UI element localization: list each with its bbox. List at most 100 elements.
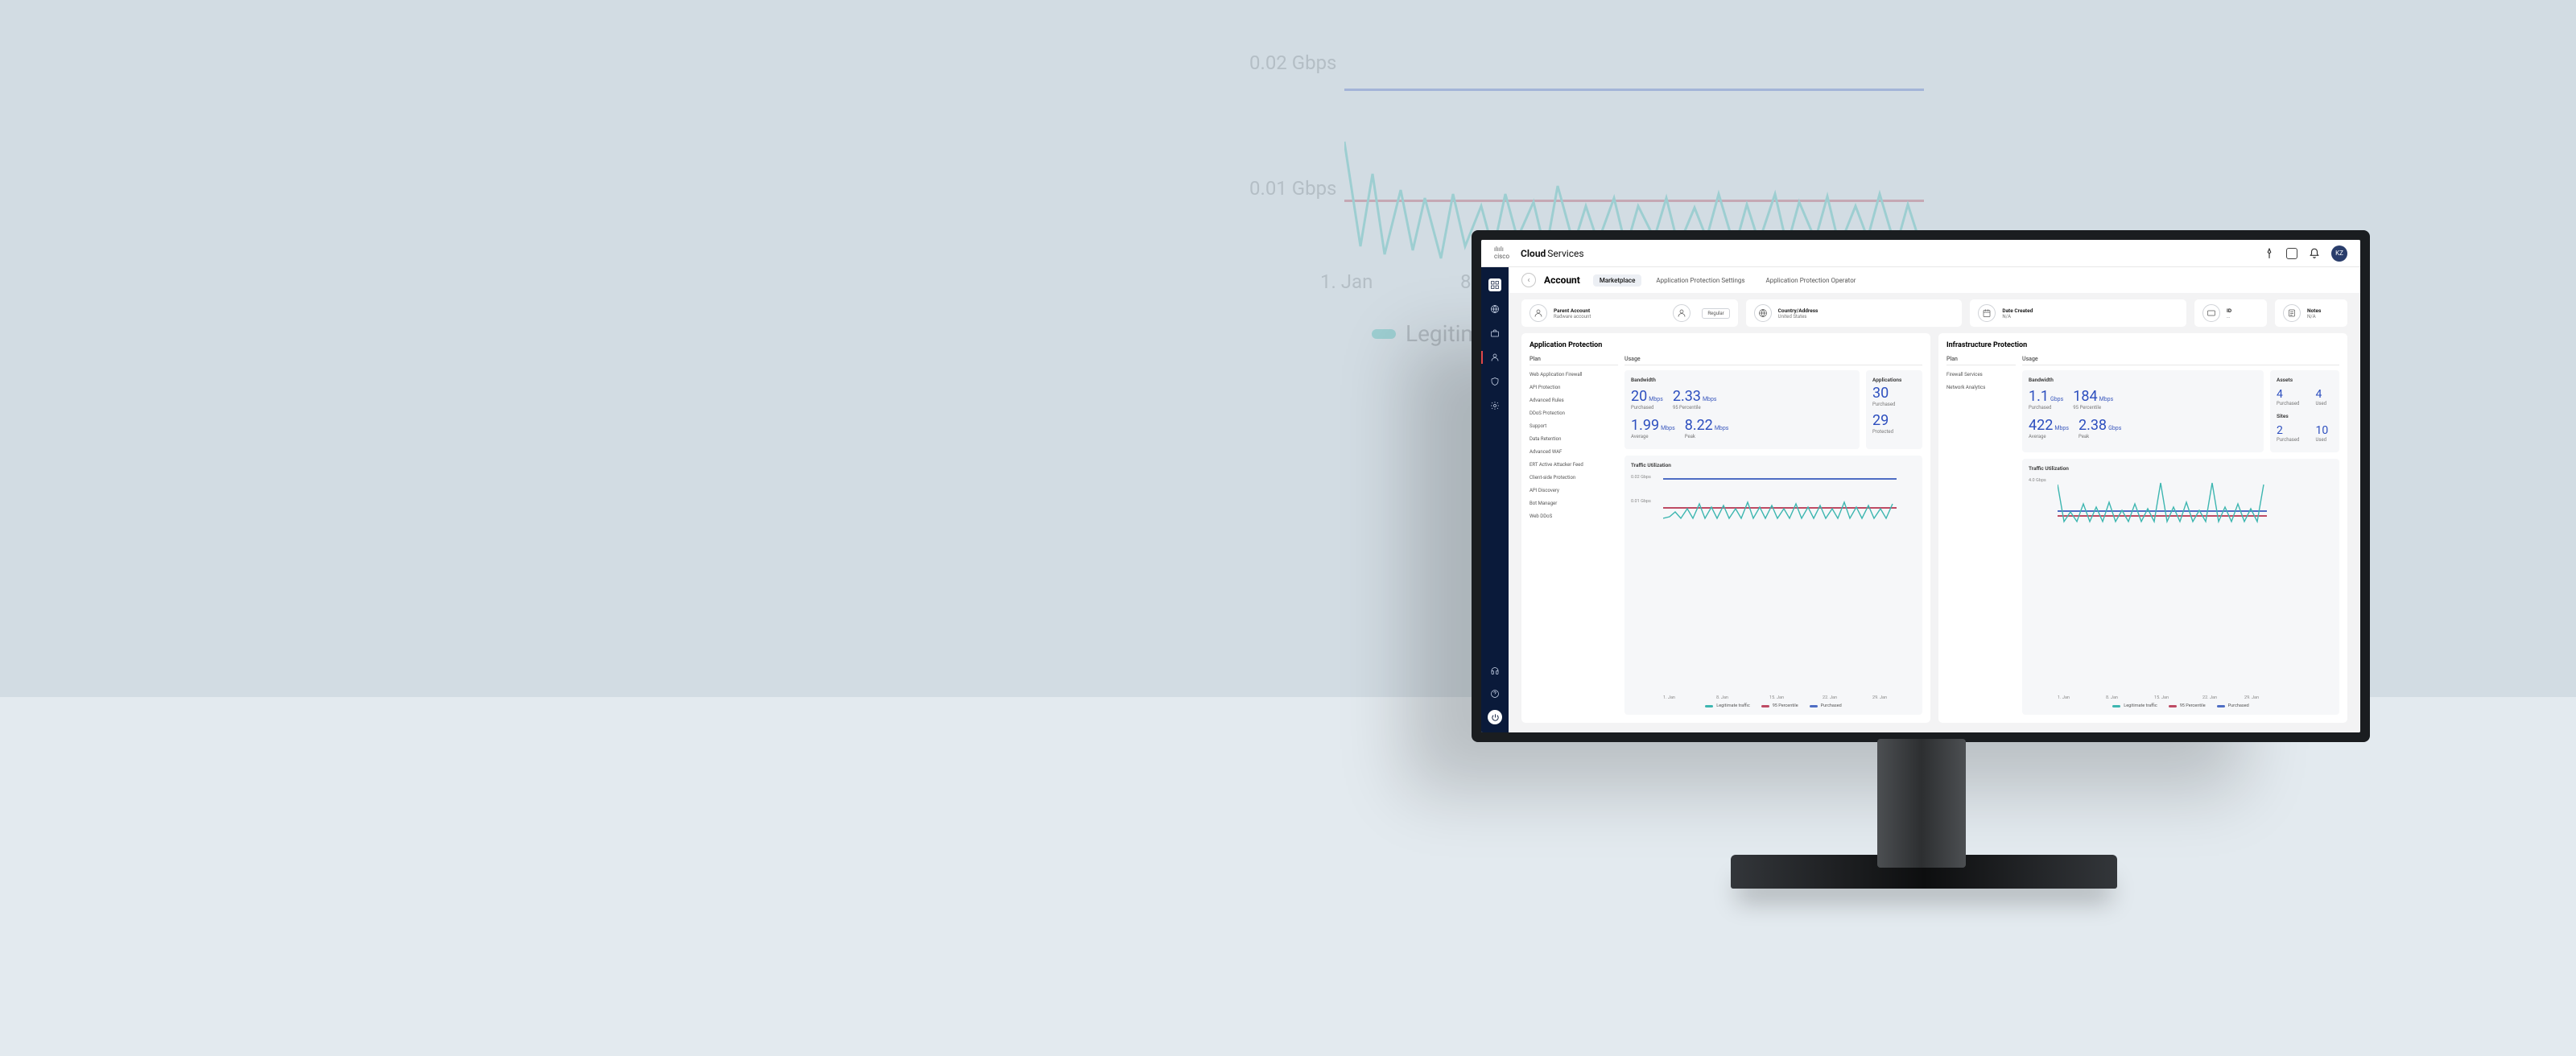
plan-heading: Plan — [1946, 356, 2016, 365]
account-info-strip: Parent Account Radware account Regular C… — [1509, 293, 2360, 333]
info-label: ID — [2227, 307, 2231, 314]
legend-label: Purchased — [2228, 703, 2249, 708]
metric-unit: Mbps — [1661, 425, 1675, 431]
tab-operator[interactable]: Application Protection Operator — [1760, 274, 1863, 287]
metric-num: 20 — [1631, 388, 1647, 405]
metric-num: 29 — [1872, 412, 1916, 429]
panel-heading: Application Protection — [1530, 341, 1922, 349]
metric-sub: Protected — [1872, 429, 1916, 435]
breadcrumb-title: Account — [1544, 274, 1580, 286]
nav-dashboard-icon[interactable] — [1488, 278, 1501, 291]
monitor-stand-neck — [1877, 739, 1966, 868]
topbar: ılıılı cisco Cloud Services KZ — [1481, 240, 2360, 267]
metric-sub: Purchased — [2277, 437, 2299, 443]
metric-num: 10 — [2315, 424, 2328, 437]
metric-num: 4 — [2315, 388, 2326, 401]
info-value: Radware account — [1554, 314, 1591, 320]
nav-support-icon[interactable] — [1488, 665, 1501, 678]
metric-unit: Mbps — [1703, 396, 1717, 402]
purchased-line — [1663, 478, 1897, 480]
metric-sub: Purchased — [2277, 401, 2299, 406]
metric-sub: 95 Percentile — [1673, 405, 1717, 410]
monitor-frame: ılıılı cisco Cloud Services KZ — [1472, 230, 2370, 742]
metric-unit: Gbps — [2050, 396, 2063, 402]
nav-globe-icon[interactable] — [1488, 303, 1501, 316]
legend-swatch — [1810, 705, 1818, 707]
app-title-b: Services — [1547, 248, 1583, 259]
info-country: Country/AddressUnited States — [1746, 299, 1963, 327]
metric-num: 2 — [2277, 424, 2299, 437]
info-parent-account: Parent Account Radware account Regular — [1521, 299, 1738, 327]
plan-item: API Protection — [1530, 385, 1618, 390]
y-tick: 4.0 Gbps — [2029, 478, 2046, 483]
plan-item: API Discovery — [1530, 488, 1618, 493]
plan-item: Advanced WAF — [1530, 449, 1618, 455]
metric-label: Traffic Utilization — [1631, 462, 1916, 468]
pin-icon[interactable] — [2264, 248, 2275, 259]
x-tick: 1. Jan — [1663, 695, 1675, 700]
calendar-icon — [1978, 304, 1996, 322]
nav-user-icon[interactable] — [1488, 351, 1501, 364]
notes-icon — [2283, 304, 2301, 322]
x-tick: 29. Jan — [2244, 695, 2259, 700]
main-content: ‹ Account Marketplace Application Protec… — [1509, 267, 2360, 732]
metric-label: Bandwidth — [2029, 377, 2257, 383]
info-label: Date Created — [2002, 307, 2033, 314]
metric-num: 1.1 — [2029, 388, 2049, 405]
info-value: … — [2227, 314, 2231, 320]
info-value: N/A — [2307, 314, 2321, 320]
metric-unit: Mbps — [1715, 425, 1729, 431]
metric-label: Assets — [2277, 377, 2333, 383]
nav-active-indicator — [1481, 351, 1483, 364]
legend-label: Legitimate traffic — [1716, 703, 1749, 708]
info-label: Country/Address — [1778, 307, 1818, 314]
tab-settings[interactable]: Application Protection Settings — [1649, 274, 1751, 287]
bg-y-tick: 0.02 Gbps — [1249, 52, 1336, 74]
infra-traffic-chart: 4.0 Gbps 1. Jan 8. Jan 15. Jan 22. Jan — [2029, 475, 2333, 700]
tab-marketplace[interactable]: Marketplace — [1593, 274, 1642, 287]
plan-item: Web DDoS — [1530, 514, 1618, 519]
nav-help-icon[interactable] — [1488, 687, 1501, 700]
apps-card: Applications 30Purchased 29Protected — [1866, 370, 1922, 449]
metric-label: Bandwidth — [1631, 377, 1853, 383]
info-created: Date CreatedN/A — [1970, 299, 2186, 327]
grid-icon[interactable] — [2286, 248, 2297, 259]
usage-heading: Usage — [2022, 356, 2339, 365]
app-traffic-chart: 0.02 Gbps 0.01 Gbps 1. Jan 8. Jan 15. Ja… — [1631, 472, 1916, 700]
legend-swatch — [2217, 705, 2225, 707]
infra-protection-panel: Infrastructure Protection Plan Firewall … — [1938, 333, 2347, 723]
x-tick: 22. Jan — [2202, 695, 2217, 700]
legend-label: 95 Percentile — [2180, 703, 2206, 708]
metric-unit: Mbps — [2054, 425, 2069, 431]
back-button[interactable]: ‹ — [1521, 273, 1536, 287]
id-icon — [2202, 304, 2220, 322]
legend-swatch-legitimate — [1372, 329, 1396, 339]
nav-shield-icon[interactable] — [1488, 375, 1501, 388]
plan-item: Client-side Protection — [1530, 475, 1618, 481]
metric-sub: 95 Percentile — [2073, 405, 2113, 410]
assets-sites-card: Assets 4Purchased 4Used Sites 2Purchased — [2270, 370, 2339, 452]
x-tick: 15. Jan — [1769, 695, 1784, 700]
metric-sub: Used — [2315, 437, 2328, 443]
metric-num: 184 — [2073, 388, 2097, 405]
bell-icon[interactable] — [2309, 248, 2320, 259]
globe-icon — [1754, 304, 1772, 322]
info-value: United States — [1778, 314, 1818, 320]
infra-bandwidth-card: Bandwidth 1.1Gbps Purchased 184 Mbps 95 Per… — [2022, 370, 2264, 452]
plan-item: Advanced Rules — [1530, 398, 1618, 403]
metric-sub: Purchased — [1631, 405, 1663, 410]
nav-power-icon[interactable] — [1488, 710, 1502, 724]
app-traffic-card: Traffic Utilization 0.02 Gbps 0.01 Gbps … — [1624, 456, 1922, 715]
user-icon — [1530, 304, 1547, 322]
nav-gear-icon[interactable] — [1488, 399, 1501, 412]
nav-briefcase-icon[interactable] — [1488, 327, 1501, 340]
legend-swatch — [1761, 705, 1769, 707]
y-tick: 0.01 Gbps — [1631, 499, 1651, 504]
chart-legend: Legitimate traffic 95 Percentile Purchas… — [2029, 703, 2333, 708]
metric-sub: Purchased — [2029, 405, 2063, 410]
info-value: N/A — [2002, 314, 2033, 320]
account-type-badge: Regular — [1702, 308, 1729, 319]
bg-x-tick: 1. Jan — [1320, 270, 1373, 293]
user-avatar[interactable]: KZ — [2331, 245, 2347, 262]
chart-legend: Legitimate traffic 95 Percentile Purchas… — [1631, 703, 1916, 708]
